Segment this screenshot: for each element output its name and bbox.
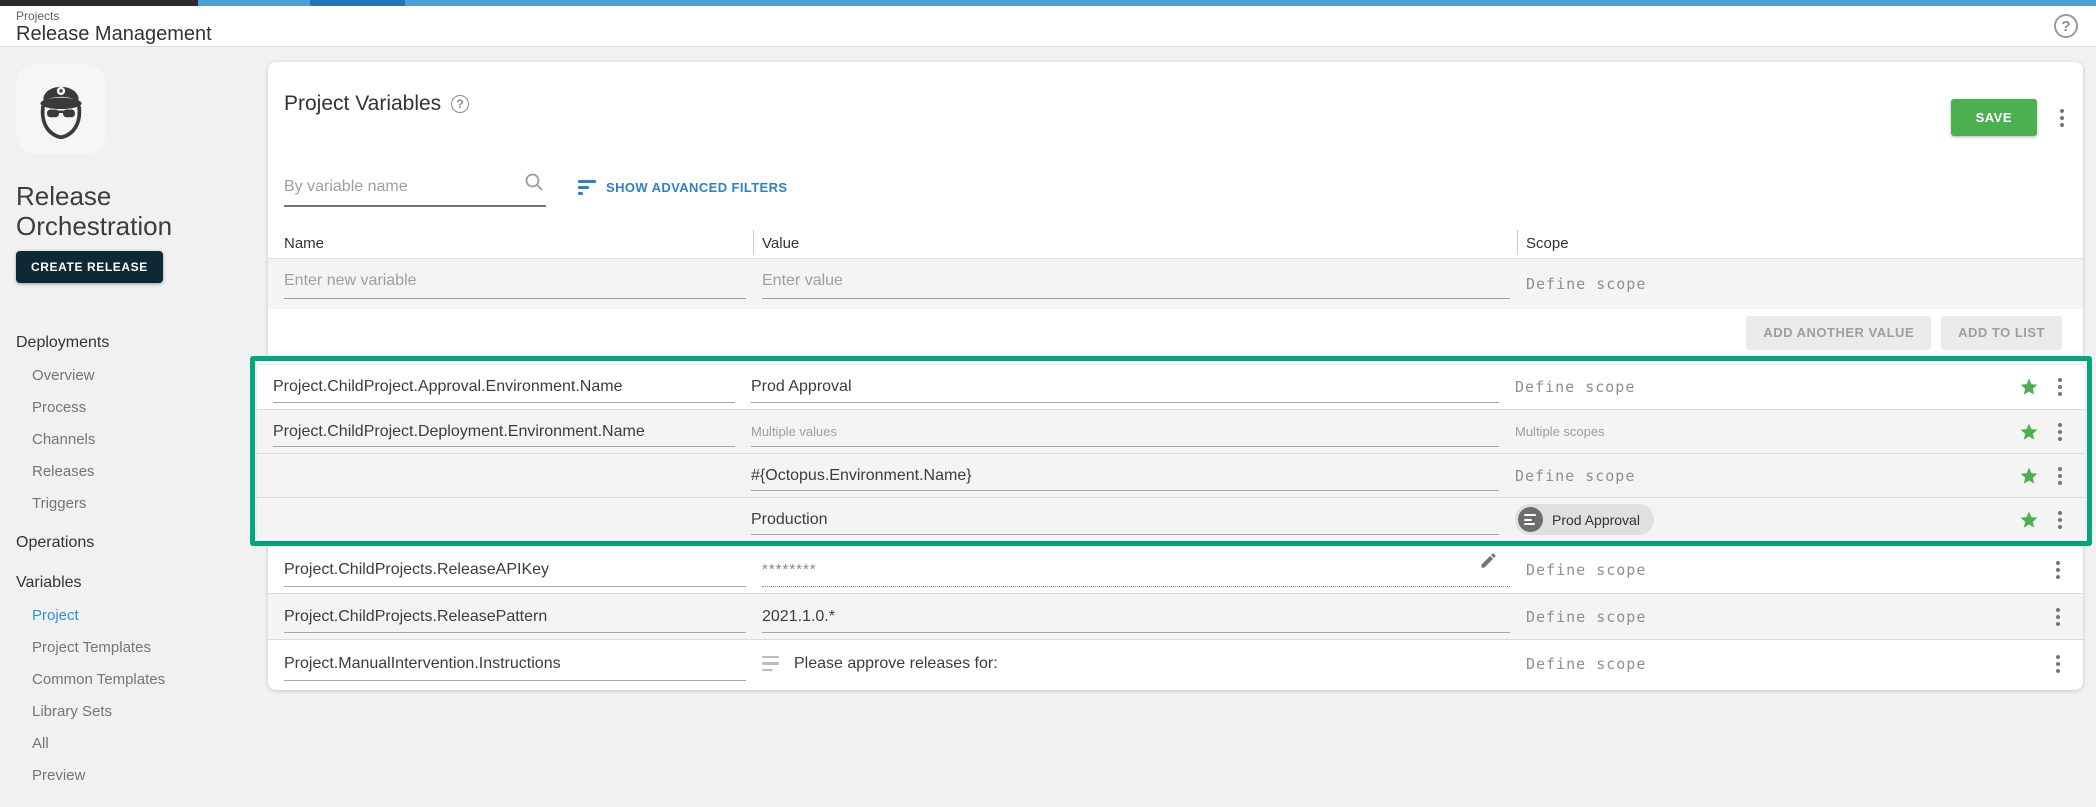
- show-advanced-filters-link[interactable]: SHOW ADVANCED FILTERS: [578, 180, 788, 207]
- variable-name-field[interactable]: Project.ChildProject.Approval.Environmen…: [273, 365, 735, 409]
- table-row: #{Octopus.Environment.Name} Define scope: [257, 453, 2085, 497]
- project-name: Release Orchestration: [16, 181, 173, 241]
- scope-chip[interactable]: Prod Approval: [1515, 504, 1654, 535]
- new-variable-actions: ADD ANOTHER VALUE ADD TO LIST: [268, 309, 2083, 356]
- variable-value-field[interactable]: Please approve releases for:: [762, 640, 1510, 687]
- variable-scope-field[interactable]: Define scope: [1515, 454, 1999, 497]
- variable-name-field[interactable]: Project.ChildProject.Deployment.Environm…: [273, 410, 735, 453]
- variable-value-field[interactable]: #{Octopus.Environment.Name}: [751, 454, 1499, 497]
- help-icon[interactable]: ?: [2054, 14, 2078, 38]
- help-icon[interactable]: ?: [451, 95, 470, 113]
- table-row: Project.ChildProjects.ReleaseAPIKey ****…: [268, 546, 2083, 593]
- favorite-star-icon[interactable]: [2019, 377, 2039, 397]
- sidebar-item-all[interactable]: All: [16, 727, 258, 759]
- variable-name-field: [273, 454, 735, 497]
- create-release-button[interactable]: CREATE RELEASE: [16, 251, 163, 283]
- sidebar-item-project-templates[interactable]: Project Templates: [16, 631, 258, 663]
- breadcrumb[interactable]: Projects: [16, 9, 2080, 23]
- row-menu-icon[interactable]: [2055, 375, 2065, 399]
- variable-value-field[interactable]: Prod Approval: [751, 365, 1499, 409]
- sidebar-item-project[interactable]: Project: [16, 599, 258, 631]
- variable-value-field[interactable]: Multiple values: [751, 410, 1499, 453]
- sidebar-item-triggers[interactable]: Triggers: [16, 487, 258, 519]
- table-row: Project.ManualIntervention.Instructions …: [268, 640, 2083, 687]
- variable-scope-field[interactable]: Define scope: [1515, 365, 1999, 409]
- new-variable-value-input[interactable]: [762, 269, 1510, 299]
- table-row: Project.ChildProject.Deployment.Environm…: [257, 409, 2085, 453]
- variable-name-field[interactable]: Project.ManualIntervention.Instructions: [284, 640, 746, 687]
- sidebar-nav: Deployments Overview Process Channels Re…: [16, 327, 258, 791]
- sidebar-item-releases[interactable]: Releases: [16, 455, 258, 487]
- filter-icon: [578, 180, 596, 195]
- sidebar-item-overview[interactable]: Overview: [16, 359, 258, 391]
- row-menu-icon[interactable]: [2053, 558, 2063, 582]
- table-row: Project.ChildProjects.ReleasePattern 202…: [268, 593, 2083, 640]
- column-header-value: Value: [753, 229, 1510, 258]
- police-officer-icon: [40, 86, 82, 140]
- edit-pencil-icon[interactable]: [1479, 551, 1498, 575]
- project-logo: [16, 64, 106, 154]
- new-variable-scope-field[interactable]: Define scope: [1526, 275, 1646, 293]
- nav-section-operations[interactable]: Operations: [16, 527, 258, 559]
- row-menu-icon[interactable]: [2055, 508, 2065, 532]
- add-another-value-button[interactable]: ADD ANOTHER VALUE: [1746, 315, 1932, 350]
- row-menu-icon[interactable]: [2055, 420, 2065, 444]
- variable-name-field[interactable]: Project.ChildProjects.ReleaseAPIKey: [284, 546, 746, 593]
- favorite-star-icon[interactable]: [2019, 510, 2039, 530]
- sidebar: Release Orchestration CREATE RELEASE Dep…: [0, 47, 268, 806]
- nav-section-deployments[interactable]: Deployments: [16, 327, 258, 359]
- project-variables-card: Project Variables ? SAVE SHOW ADV: [250, 62, 2092, 690]
- overflow-menu-icon[interactable]: [2057, 106, 2067, 130]
- column-header-scope: Scope: [1517, 229, 2010, 258]
- new-variable-row: Define scope: [268, 259, 2083, 309]
- variable-scope-field[interactable]: Multiple scopes: [1515, 410, 1999, 453]
- environment-icon: [1518, 507, 1543, 532]
- favorite-star-icon[interactable]: [2019, 422, 2039, 442]
- variable-name-field: [273, 498, 735, 541]
- table-header-row: Name Value Scope: [268, 229, 2083, 259]
- sidebar-item-process[interactable]: Process: [16, 391, 258, 423]
- row-menu-icon[interactable]: [2053, 652, 2063, 676]
- variable-scope-field[interactable]: Define scope: [1526, 594, 2010, 639]
- new-variable-name-input[interactable]: [284, 269, 746, 299]
- variable-scope-field[interactable]: Define scope: [1526, 546, 2010, 593]
- add-to-list-button[interactable]: ADD TO LIST: [1941, 315, 2062, 350]
- table-row: Project.ChildProject.Approval.Environmen…: [257, 365, 2085, 409]
- search-input[interactable]: [284, 174, 546, 207]
- table-row: Production Prod Approval: [257, 497, 2085, 541]
- card-title: Project Variables: [284, 92, 442, 115]
- nav-section-variables[interactable]: Variables: [16, 567, 258, 599]
- variable-value-field[interactable]: ********: [762, 546, 1510, 593]
- variable-value-field[interactable]: 2021.1.0.*: [762, 594, 1510, 639]
- save-button[interactable]: SAVE: [1950, 99, 2037, 136]
- favorite-star-icon[interactable]: [2019, 466, 2039, 486]
- page-title: Release Management: [16, 23, 212, 45]
- markdown-text-icon: [762, 655, 779, 672]
- sidebar-item-preview[interactable]: Preview: [16, 759, 258, 791]
- page-header: Projects Release Management ?: [0, 6, 2096, 47]
- variable-scope-field[interactable]: Prod Approval: [1515, 498, 1999, 541]
- search-icon: [524, 172, 544, 197]
- column-header-name: Name: [284, 235, 325, 252]
- variable-name-field[interactable]: Project.ChildProjects.ReleasePattern: [284, 594, 746, 639]
- sidebar-item-common-templates[interactable]: Common Templates: [16, 663, 258, 695]
- sidebar-item-library-sets[interactable]: Library Sets: [16, 695, 258, 727]
- variable-scope-field[interactable]: Define scope: [1526, 640, 2010, 687]
- variable-value-field[interactable]: Production: [751, 498, 1499, 541]
- sidebar-item-channels[interactable]: Channels: [16, 423, 258, 455]
- row-menu-icon[interactable]: [2055, 464, 2065, 488]
- highlighted-variable-group: Project.ChildProject.Approval.Environmen…: [250, 356, 2092, 546]
- row-menu-icon[interactable]: [2053, 605, 2063, 629]
